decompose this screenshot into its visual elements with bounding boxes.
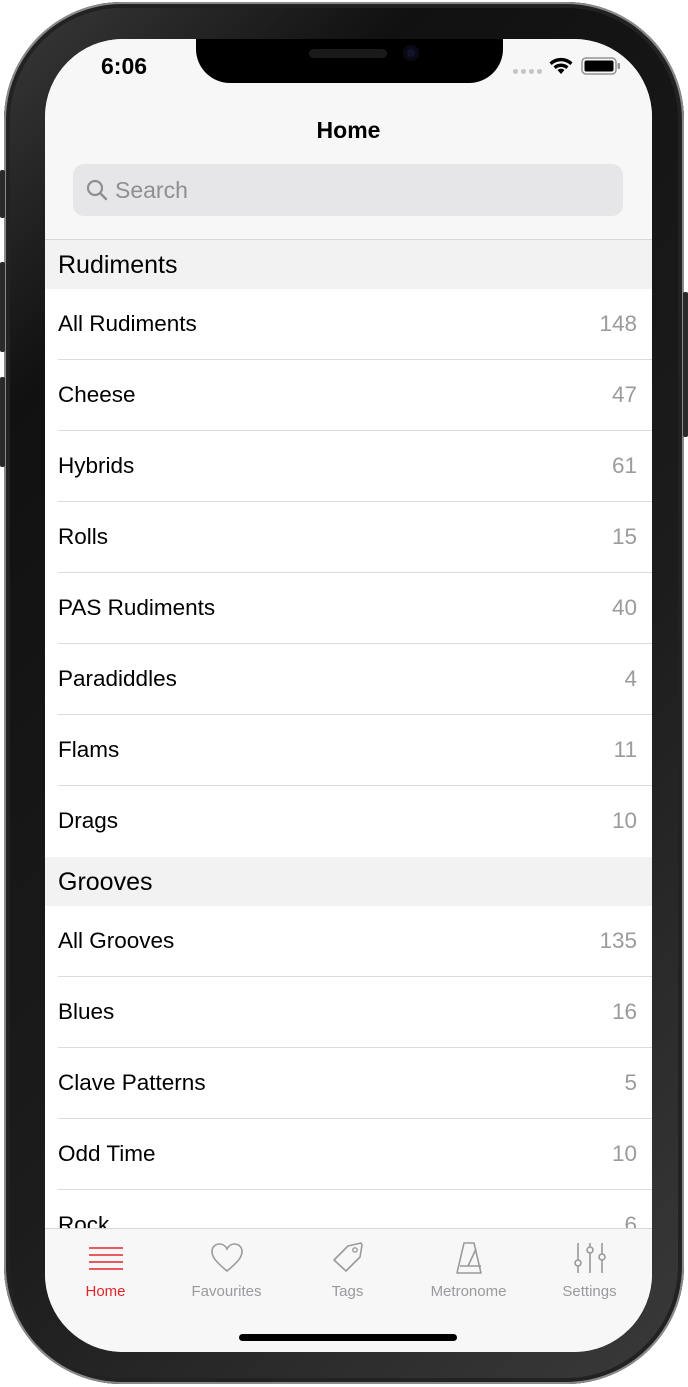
cellular-signal-icon [513, 69, 542, 74]
item-label: Odd Time [58, 1141, 156, 1166]
search-icon [86, 179, 108, 201]
item-count: 4 [624, 666, 637, 691]
status-time: 6:06 [101, 53, 148, 79]
item-count: 15 [611, 524, 637, 549]
section-header-rudiments: Rudiments [45, 240, 652, 289]
item-count: 16 [611, 999, 637, 1024]
battery-icon [581, 57, 620, 75]
sliders-icon [574, 1243, 606, 1273]
tab-tags[interactable]: Tags [287, 1229, 408, 1309]
list-item[interactable]: Rolls 15 [45, 502, 652, 573]
item-label: Blues [58, 999, 115, 1024]
list-item[interactable]: Rock 6 [45, 1190, 652, 1228]
tab-bar: Home Favourites Tags Metronome Settings [45, 1228, 652, 1352]
home-indicator[interactable] [239, 1334, 457, 1341]
heart-icon [211, 1243, 243, 1273]
tab-label: Settings [562, 1283, 617, 1300]
list-item[interactable]: Paradiddles 4 [45, 644, 652, 715]
list-item[interactable]: PAS Rudiments 40 [45, 573, 652, 644]
list-item[interactable]: Clave Patterns 5 [45, 1048, 652, 1119]
tab-metronome[interactable]: Metronome [408, 1229, 529, 1309]
list-item[interactable]: All Rudiments 148 [45, 289, 652, 360]
tab-label: Metronome [430, 1283, 507, 1300]
item-count: 61 [611, 453, 637, 478]
item-label: Clave Patterns [58, 1070, 206, 1095]
wifi-icon [549, 57, 573, 74]
list-icon [89, 1247, 123, 1270]
item-label: Rolls [58, 524, 109, 549]
phone-frame: 6:06 Home Search Rudiments All Rudiments… [0, 2, 688, 1384]
tag-icon [333, 1242, 363, 1272]
category-list[interactable]: Rudiments All Rudiments 148 Cheese 47 Hybr… [45, 240, 652, 1228]
tab-favourites[interactable]: Favourites [166, 1229, 287, 1309]
item-count: 40 [611, 595, 637, 620]
item-count: 148 [599, 311, 637, 336]
volume-up-button [0, 262, 5, 352]
item-count: 6 [624, 1212, 637, 1228]
item-label: Drags [58, 808, 119, 833]
tab-label: Home [85, 1283, 126, 1300]
item-count: 135 [599, 928, 637, 953]
list-item[interactable]: Hybrids 61 [45, 431, 652, 502]
item-count: 5 [624, 1070, 637, 1095]
volume-down-button [0, 377, 5, 467]
item-label: Cheese [58, 382, 136, 407]
screen: 6:06 Home Search Rudiments All Rudiments… [45, 39, 652, 1352]
tab-label: Favourites [191, 1283, 262, 1300]
search-input[interactable] [115, 164, 605, 216]
item-label: Flams [58, 737, 120, 762]
item-label: Hybrids [58, 453, 135, 478]
search-bar[interactable] [73, 164, 623, 216]
item-count: 10 [611, 1141, 637, 1166]
item-label: All Grooves [58, 928, 175, 953]
item-label: All Rudiments [58, 311, 197, 336]
page-title: Home [316, 117, 381, 143]
tab-label: Tags [331, 1283, 364, 1300]
list-item[interactable]: Drags 10 [45, 786, 652, 857]
list-item[interactable]: Odd Time 10 [45, 1119, 652, 1190]
list-item[interactable]: Cheese 47 [45, 360, 652, 431]
tab-home[interactable]: Home [45, 1229, 166, 1309]
list-item[interactable]: All Grooves 135 [45, 906, 652, 977]
notch [196, 39, 503, 83]
metronome-icon [456, 1242, 482, 1274]
list-item[interactable]: Blues 16 [45, 977, 652, 1048]
item-label: PAS Rudiments [58, 595, 216, 620]
tab-settings[interactable]: Settings [529, 1229, 650, 1309]
navigation-bar: Home [45, 93, 652, 240]
list-item[interactable]: Flams 11 [45, 715, 652, 786]
power-button [683, 292, 688, 437]
item-count: 47 [611, 382, 637, 407]
section-header-grooves: Grooves [45, 857, 652, 906]
item-count: 10 [611, 808, 637, 833]
item-label: Paradiddles [58, 666, 177, 691]
mute-switch [0, 170, 5, 218]
item-count: 11 [613, 737, 637, 762]
item-label: Rock [58, 1212, 110, 1228]
